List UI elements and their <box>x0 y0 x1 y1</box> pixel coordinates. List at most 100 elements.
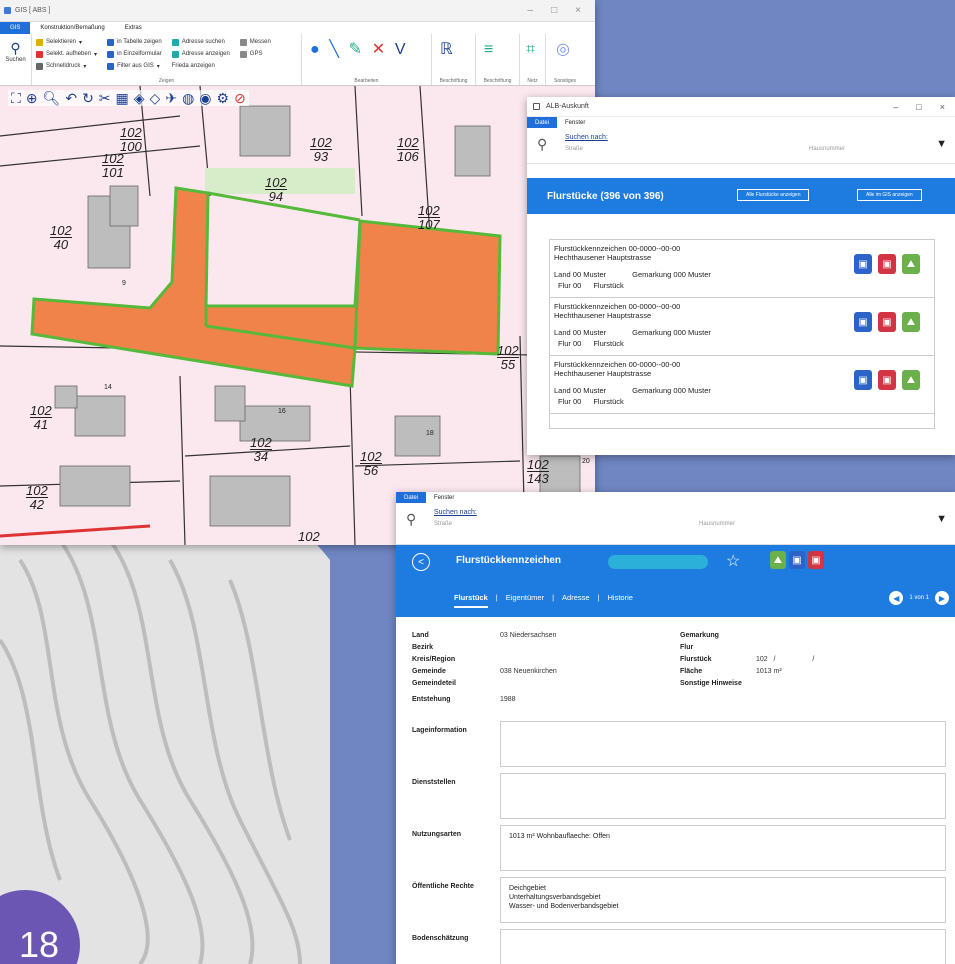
save-red-icon[interactable]: ▣ <box>878 254 896 274</box>
layer-edit-icon[interactable]: ◇ <box>150 91 161 105</box>
group-label-bearbeiten: Bearbeiten <box>354 78 379 84</box>
address-show-button[interactable]: Adresse anzeigen <box>182 51 230 57</box>
stop-icon[interactable]: ⊘ <box>234 91 246 105</box>
map-icon[interactable]: ⛰ <box>902 312 920 332</box>
search-button[interactable]: Suchen <box>4 57 27 63</box>
next-page-icon[interactable]: ▶ <box>935 591 949 605</box>
detail-subtabs: Flurstück | Eigentümer | Adresse | Histo… <box>454 593 633 608</box>
map-icon[interactable]: ⛰ <box>770 551 786 569</box>
alb-search: ⚲ Suchen nach: Straße Hausnummer ▼ <box>527 128 955 164</box>
save-icon[interactable]: ▣ <box>854 312 872 332</box>
close-icon[interactable]: × <box>575 5 581 16</box>
address-search-button[interactable]: Adresse suchen <box>182 39 225 45</box>
line-tool-icon[interactable]: ╲ <box>329 42 339 58</box>
group-label-beschriftung2: Beschriftung <box>483 78 512 84</box>
save-red-icon[interactable]: ▣ <box>808 551 824 569</box>
minimize-icon[interactable]: – <box>528 5 534 16</box>
refresh-icon[interactable]: ↻ <box>82 91 94 105</box>
network-tool-icon[interactable]: ⌗ <box>526 42 535 58</box>
save-icon[interactable]: ▣ <box>854 254 872 274</box>
save-red-icon[interactable]: ▣ <box>878 370 896 390</box>
globe-icon[interactable]: ◍ <box>182 91 194 105</box>
layers-tool-icon[interactable]: ≡ <box>484 42 493 58</box>
prev-page-icon[interactable]: ◀ <box>889 591 904 605</box>
select-button[interactable]: Selektieren <box>46 39 76 45</box>
list-item[interactable]: Flurstückkennzeichen 00-0000--00-00 Hech… <box>550 298 934 356</box>
dienststellen-field[interactable] <box>500 773 946 819</box>
map-canvas[interactable]: ⛶ ⊕ 🔍︎ ↶ ↻ ✂ ▦ ◈ ◇ ✈ ◍ ◉ ⚙ ⊘ 102 100 102… <box>0 86 595 545</box>
edit-tool-icon[interactable]: ✎ <box>349 42 362 58</box>
single-form-button[interactable]: in Einzelformular <box>117 51 162 57</box>
back-button[interactable]: < <box>412 553 430 571</box>
search-icon[interactable]: ⚲ <box>406 511 416 528</box>
misc-tool-icon[interactable]: ◎ <box>556 42 570 58</box>
point-tool-icon[interactable]: ● <box>310 42 320 58</box>
list-item[interactable]: Flurstückkennzeichen 00-0000--00-00 Hech… <box>550 356 934 414</box>
oeffentliche-rechte-field[interactable]: Deichgebiet Unterhaltungsverbandsgebiet … <box>500 877 946 923</box>
maximize-icon[interactable]: □ <box>551 5 557 16</box>
globe2-icon[interactable]: ◉ <box>199 91 211 105</box>
tab-datei[interactable]: Datei <box>396 492 427 503</box>
lageinformation-field[interactable] <box>500 721 946 767</box>
search-by-link[interactable]: Suchen nach: <box>565 134 608 141</box>
select-map-icon[interactable]: ✂ <box>99 91 111 105</box>
layer-icon[interactable]: ◈ <box>134 91 145 105</box>
map-icon[interactable]: ⛰ <box>902 254 920 274</box>
grid-icon[interactable]: ▦ <box>116 91 129 105</box>
zoom-icon[interactable]: 🔍︎ <box>43 91 61 105</box>
tab-historie[interactable]: Historie <box>608 593 633 608</box>
check-tool-icon[interactable]: V <box>395 42 406 58</box>
menu-gis[interactable]: GIS <box>0 22 31 34</box>
delete-tool-icon[interactable]: ✕ <box>372 42 385 58</box>
gis-window: GIS [ ABS ] – □ × GIS Konstruktion/Bemaßun… <box>0 0 595 545</box>
house-number-field[interactable]: Hausnummer <box>699 521 735 527</box>
tab-flurstueck[interactable]: Flurstück <box>454 593 488 608</box>
parcel-label: 102 <box>298 529 320 544</box>
gps-button[interactable]: GPS <box>250 51 263 57</box>
quickprint-button[interactable]: Schnelldruck <box>46 63 80 69</box>
street-field[interactable]: Straße <box>565 146 583 152</box>
settings-icon[interactable]: ⚙ <box>217 91 230 105</box>
star-icon[interactable]: ☆ <box>726 551 740 571</box>
menu-extras[interactable]: Extras <box>115 25 152 31</box>
street-field[interactable]: Straße <box>434 521 452 527</box>
deselect-button[interactable]: Selekt. aufheben <box>46 51 91 57</box>
measure-button[interactable]: Messen <box>250 39 271 45</box>
label-tool-icon[interactable]: ℝ <box>440 42 453 58</box>
tab-eigentuemer[interactable]: Eigentümer <box>506 593 544 608</box>
close-icon[interactable]: × <box>940 102 945 112</box>
tab-fenster[interactable]: Fenster <box>426 492 462 503</box>
house-number-field[interactable]: Hausnummer <box>809 146 845 152</box>
show-in-table-button[interactable]: in Tabelle zeigen <box>117 39 162 45</box>
pan-icon[interactable]: ↶ <box>65 91 77 105</box>
target-icon[interactable]: ⊕ <box>26 91 38 105</box>
show-all-parcels-button[interactable]: Alle Flurstücke anzeigen <box>737 189 810 201</box>
frieda-button[interactable]: Frieda anzeigen <box>172 63 215 69</box>
list-item[interactable]: Flurstückkennzeichen 00-0000--00-00 Hech… <box>550 240 934 298</box>
save-red-icon[interactable]: ▣ <box>878 312 896 332</box>
tab-fenster[interactable]: Fenster <box>557 117 593 128</box>
zoom-extent-icon[interactable]: ⛶ <box>11 91 21 105</box>
save-icon[interactable]: ▣ <box>789 551 805 569</box>
chevron-down-icon[interactable]: ▼ <box>936 513 947 525</box>
tab-datei[interactable]: Datei <box>527 117 558 128</box>
bodenschaetzung-field[interactable] <box>500 929 946 964</box>
parcel-id: Flurstückkennzeichen 00-0000--00-00 <box>554 360 681 369</box>
minimize-icon[interactable]: – <box>893 102 898 112</box>
chevron-down-icon[interactable]: ▼ <box>936 138 947 150</box>
map-icon[interactable]: ⛰ <box>902 370 920 390</box>
maximize-icon[interactable]: □ <box>916 102 921 112</box>
nutzungsarten-field[interactable]: 1013 m² Wohnbauflaeche: Offen <box>500 825 946 871</box>
group-label-sonstiges: Sonstiges <box>554 78 576 84</box>
save-icon[interactable]: ▣ <box>854 370 872 390</box>
menu-konstruktion[interactable]: Konstruktion/Bemaßung <box>30 25 114 31</box>
search-icon[interactable]: ⚲ <box>537 136 547 153</box>
show-all-in-gis-button[interactable]: Alle im GIS anzeigen <box>857 189 922 201</box>
filter-button[interactable]: Filter aus GIS <box>117 63 154 69</box>
value-land: 03 Niedersachsen <box>500 632 557 639</box>
search-by-link[interactable]: Suchen nach: <box>434 509 477 516</box>
binoculars-icon[interactable]: ⚲ <box>4 40 27 57</box>
parcel-land: Land 00 Muster <box>554 270 607 279</box>
plane-icon[interactable]: ✈ <box>165 91 177 105</box>
tab-adresse[interactable]: Adresse <box>562 593 590 608</box>
